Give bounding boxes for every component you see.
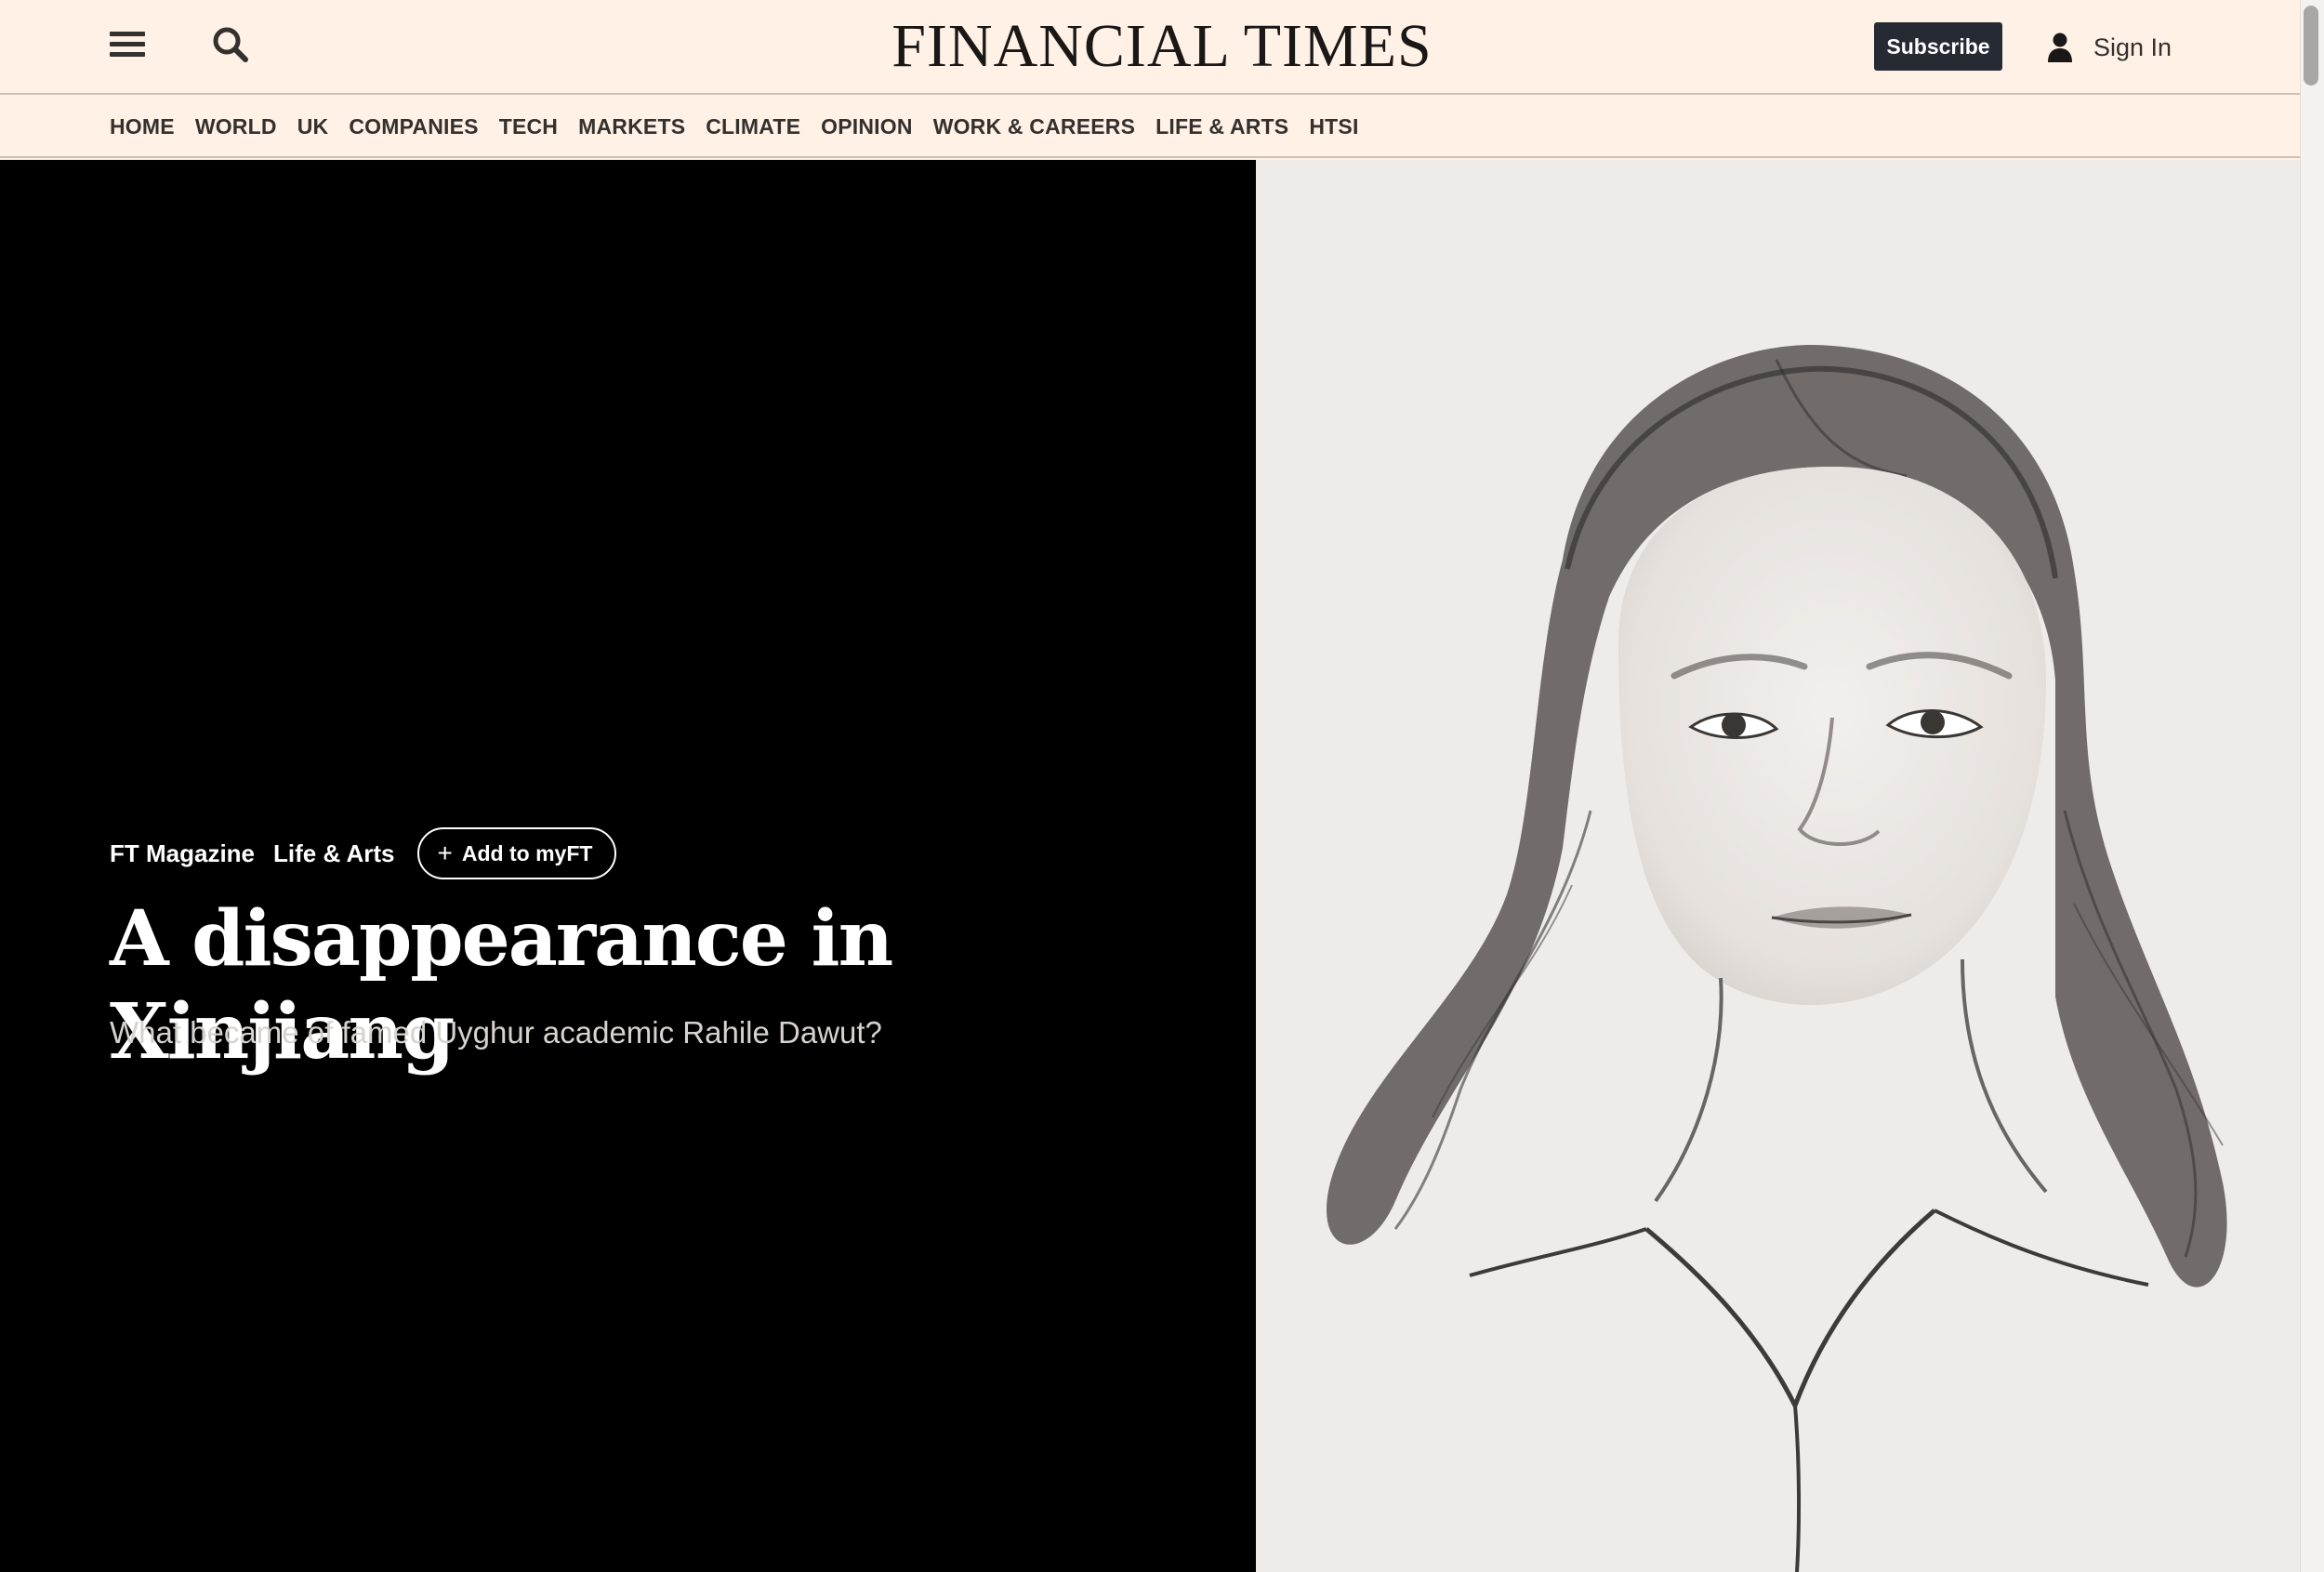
nav-item-opinion[interactable]: OPINION <box>821 114 913 139</box>
main-nav: HOME WORLD UK COMPANIES TECH MARKETS CLI… <box>0 95 2300 158</box>
nav-item-htsi[interactable]: HTSI <box>1309 114 1358 139</box>
menu-bar <box>110 32 145 36</box>
nav-item-world[interactable]: WORLD <box>195 114 277 139</box>
person-icon <box>2048 33 2072 62</box>
nav-list: HOME WORLD UK COMPANIES TECH MARKETS CLI… <box>110 95 1380 158</box>
article-tags: FT Magazine Life & Arts + Add to myFT <box>110 827 617 879</box>
portrait-drawing <box>1256 160 2300 1572</box>
nav-item-home[interactable]: HOME <box>110 114 175 139</box>
top-header: FINANCIAL TIMES Subscribe Sign In <box>0 0 2300 95</box>
tag-ft-magazine[interactable]: FT Magazine <box>110 839 255 868</box>
ft-article-page: FINANCIAL TIMES Subscribe Sign In HOME W… <box>0 0 2324 1572</box>
tag-life-arts[interactable]: Life & Arts <box>273 839 395 868</box>
search-icon[interactable] <box>208 22 255 69</box>
nav-item-tech[interactable]: TECH <box>499 114 558 139</box>
nav-item-life-arts[interactable]: LIFE & ARTS <box>1155 114 1288 139</box>
nav-item-companies[interactable]: COMPANIES <box>349 114 478 139</box>
search-icon-graphic <box>213 27 248 62</box>
nav-item-work-careers[interactable]: WORK & CAREERS <box>933 114 1135 139</box>
nav-item-uk[interactable]: UK <box>297 114 329 139</box>
article-standfirst: What became of famed Uyghur academic Rah… <box>110 1015 882 1050</box>
add-to-myft-label: Add to myFT <box>461 840 593 865</box>
subscribe-button[interactable]: Subscribe <box>1874 22 2002 71</box>
menu-bar <box>110 52 145 57</box>
ft-logo[interactable]: FINANCIAL TIMES <box>818 9 1506 84</box>
sign-in-label: Sign In <box>2093 33 2172 61</box>
nav-item-climate[interactable]: CLIMATE <box>706 114 800 139</box>
scrollbar-thumb[interactable] <box>2304 6 2318 86</box>
nav-item-markets[interactable]: MARKETS <box>578 114 685 139</box>
scrollbar[interactable] <box>2300 0 2324 1572</box>
portrait-illustration <box>1256 160 2300 1572</box>
plus-icon: + <box>437 839 453 867</box>
hamburger-menu-icon[interactable] <box>104 24 151 65</box>
sign-in-link[interactable]: Sign In <box>2045 24 2172 71</box>
menu-bar <box>110 42 145 46</box>
add-to-myft-button[interactable]: + Add to myFT <box>416 827 617 879</box>
